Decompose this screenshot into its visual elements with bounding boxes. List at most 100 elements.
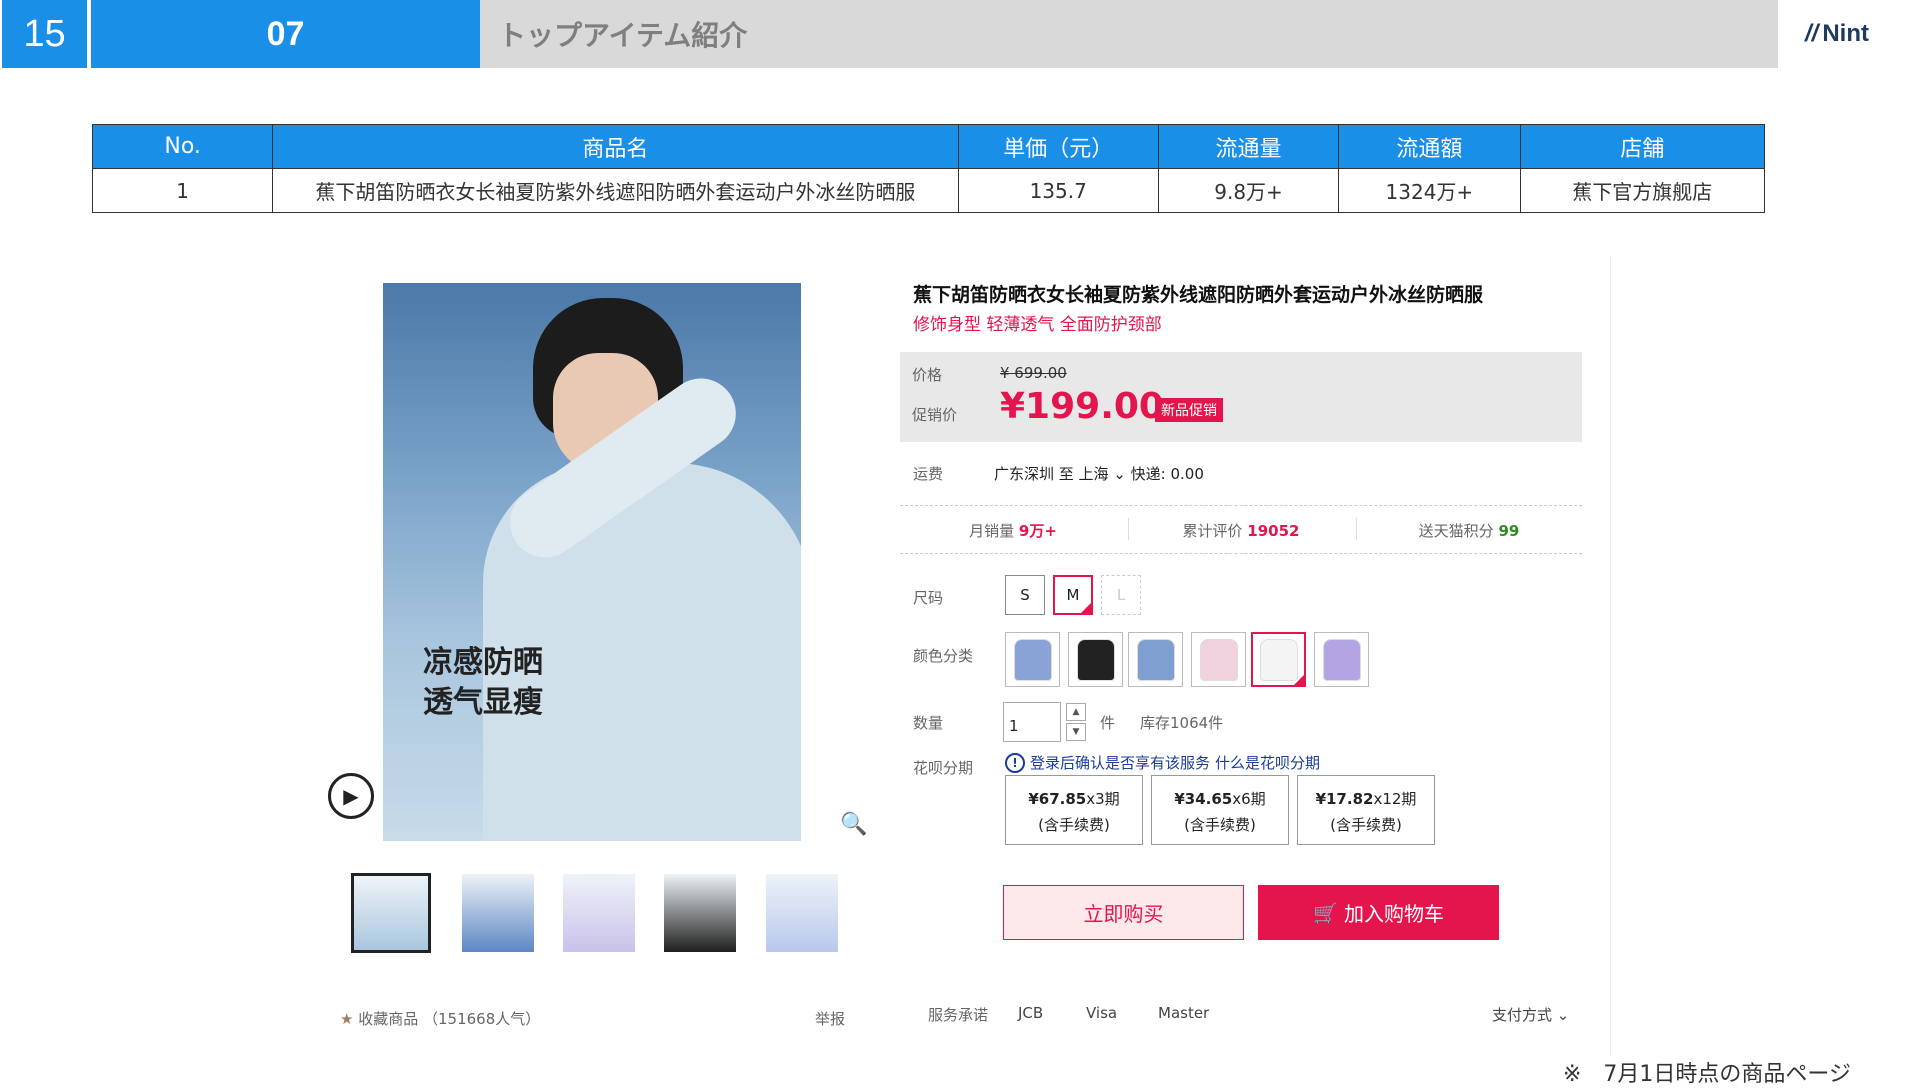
installment-option-12[interactable]: ¥17.82x12期 (含手续费) [1297,775,1435,845]
installment-fee: (含手续费) [1330,816,1402,834]
monthly-sales-label: 月销量 [969,522,1015,540]
thumbnail-swatch [462,874,534,952]
installment-help-link[interactable]: 什么是花呗分期 [1215,752,1320,773]
size-option-m[interactable]: M [1053,575,1093,615]
product-summary-table: No. 商品名 単価（元） 流通量 流通額 店舗 1 蕉下胡笛防晒衣女长袖夏防紫… [91,124,1766,213]
slide-title: トップアイテム紹介 [480,0,1778,68]
color-option-1[interactable] [1005,632,1060,687]
review-count[interactable]: 累计评价 19052 [1128,520,1354,541]
thumbnail-4[interactable] [664,874,736,952]
favorite-label: 收藏商品 （151668人气） [358,1010,541,1028]
play-video-icon[interactable]: ▶ [328,773,374,819]
installment-amount: ¥34.65 [1174,790,1233,808]
image-caption: 凉感防晒 透气显瘦 [423,643,543,723]
thumbnail-5[interactable] [766,874,838,952]
nint-logo-icon: // [1805,20,1819,47]
product-title: 蕉下胡笛防晒衣女长袖夏防紫外线遮阳防晒外套运动户外冰丝防晒服 [913,284,1484,306]
shipping-label: 运费 [913,465,944,483]
promo-badge: 新品促销 [1155,398,1223,422]
product-main-image[interactable]: 凉感防晒 透气显瘦 [383,283,801,841]
divider [1610,256,1611,1056]
installment-option-6[interactable]: ¥34.65x6期 (含手续费) [1151,775,1289,845]
shipping-value[interactable]: 广东深圳 至 上海 ⌄ 快递: 0.00 [994,463,1204,484]
report-link[interactable]: 举报 [815,1008,845,1029]
info-icon: ! [1005,752,1025,773]
quantity-label: 数量 [913,714,944,732]
zoom-icon[interactable]: 🔍 [840,812,867,837]
installment-period: x3期 [1086,790,1120,808]
promo-price-label: 促销价 [912,406,958,424]
footnote: ※ 7月1日時点の商品ページ [1563,1062,1851,1087]
color-swatch [1322,638,1361,681]
installment-note: 登录后确认是否享有该服务 [1030,754,1211,772]
reviews-value: 19052 [1247,522,1300,540]
reviews-label: 累计评价 [1182,522,1243,540]
col-header-no: No. [91,124,274,169]
size-option-m-label: M [1066,586,1080,604]
cell-volume: 9.8万+ [1157,168,1340,213]
installment-period: x6期 [1232,790,1266,808]
color-swatch [1136,638,1175,681]
color-option-6[interactable] [1314,632,1369,687]
col-header-shop: 店舗 [1519,124,1766,169]
cell-no: 1 [91,168,274,213]
color-option-2[interactable] [1068,632,1123,687]
service-master: Master [1158,1004,1210,1022]
thumbnail-swatch [664,874,736,952]
cell-name: 蕉下胡笛防晒衣女长袖夏防紫外线遮阳防晒外套运动户外冰丝防晒服 [272,168,959,213]
color-swatch [1076,638,1115,681]
installment-period: x12期 [1373,790,1417,808]
buy-now-button[interactable]: 立即购买 [1003,885,1244,940]
col-header-amount: 流通額 [1338,124,1521,169]
selected-check-icon [1080,602,1092,614]
price-label: 价格 [912,366,943,384]
add-to-cart-button[interactable]: 🛒 加入购物车 [1258,885,1499,940]
quantity-increase-button[interactable]: ▲ [1066,703,1086,721]
promo-price: ¥199.00 [1000,386,1164,427]
installment-amount: ¥17.82 [1315,790,1374,808]
payment-method-dropdown[interactable]: 支付方式 ⌄ [1492,1004,1569,1025]
quantity-decrease-button[interactable]: ▼ [1066,723,1086,741]
monthly-sales-value: 9万+ [1018,522,1057,540]
thumbnail-1[interactable] [351,873,431,953]
image-caption-line1: 凉感防晒 [423,645,543,680]
quantity-input[interactable]: 1 [1003,702,1061,742]
table-row: 1 蕉下胡笛防晒衣女长袖夏防紫外线遮阳防晒外套运动户外冰丝防晒服 135.7 9… [91,168,1766,213]
color-option-3[interactable] [1128,632,1183,687]
installment-notice: ! 登录后确认是否享有该服务 什么是花呗分期 [1005,752,1320,773]
favorite-button[interactable]: ★ 收藏商品 （151668人气） [340,1008,540,1029]
thumbnail-swatch [354,876,428,950]
add-to-cart-label: 加入购物车 [1343,902,1444,926]
service-visa: Visa [1086,1004,1118,1022]
size-option-s[interactable]: S [1005,575,1045,615]
divider [900,505,1582,506]
thumbnail-2[interactable] [462,874,534,952]
image-caption-line2: 透气显瘦 [423,685,543,720]
thumbnail-3[interactable] [563,874,635,952]
installment-amount: ¥67.85 [1028,790,1087,808]
thumbnail-swatch [766,874,838,952]
col-header-volume: 流通量 [1157,124,1340,169]
installment-option-3[interactable]: ¥67.85x3期 (含手续费) [1005,775,1143,845]
section-number: 07 [91,0,480,68]
table-header-row: No. 商品名 単価（元） 流通量 流通額 店舗 [91,124,1766,169]
service-jcb: JCB [1018,1004,1044,1022]
col-header-price: 単価（元） [957,124,1159,169]
color-option-5[interactable] [1251,632,1306,687]
size-option-l: L [1101,575,1141,615]
color-option-4[interactable] [1191,632,1246,687]
color-swatch [1199,638,1238,681]
installment-fee: (含手续费) [1038,816,1110,834]
points-value: 99 [1498,522,1520,540]
logo-text: Nint [1822,20,1869,47]
product-subtitle: 修饰身型 轻薄透气 全面防护颈部 [913,315,1162,335]
size-label: 尺码 [913,589,944,607]
monthly-sales: 月销量 9万+ [900,520,1126,541]
color-swatch [1013,638,1052,681]
divider [900,553,1582,554]
color-swatch [1259,638,1298,681]
tmall-points: 送天猫积分 99 [1356,520,1582,541]
col-header-name: 商品名 [272,124,959,169]
thumbnail-swatch [563,874,635,952]
original-price: ¥ 699.00 [1000,364,1067,382]
